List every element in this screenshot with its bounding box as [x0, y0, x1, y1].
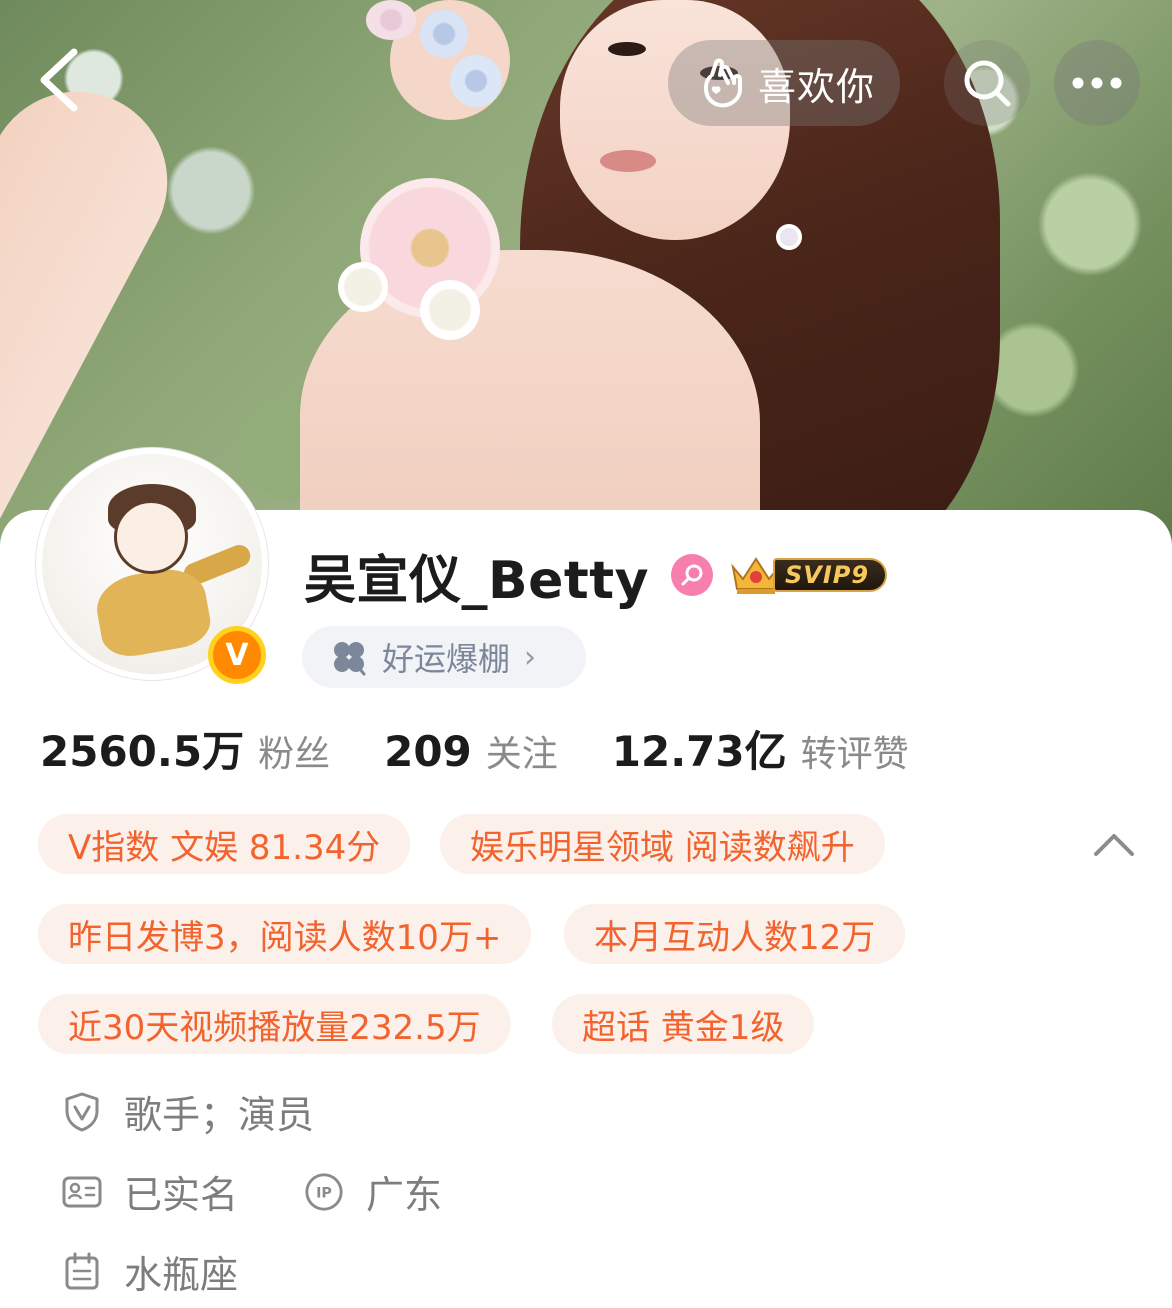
- real-name-text: 已实名: [124, 1173, 239, 1217]
- back-button[interactable]: [22, 44, 94, 116]
- cover-flower: [420, 280, 480, 340]
- like-you-label: 喜欢你: [758, 64, 876, 109]
- search-icon: [964, 60, 1011, 107]
- info-zodiac: 水瓶座: [62, 1244, 238, 1299]
- cover-flower: [450, 55, 502, 107]
- profile-name: 吴宣仪_Betty: [304, 550, 650, 611]
- cover-lips: [600, 150, 656, 172]
- cover-flower: [338, 262, 388, 312]
- verified-badge-icon: V: [208, 626, 266, 684]
- more-horizontal-icon: [1072, 77, 1122, 89]
- avatar-art: [114, 500, 188, 574]
- name-row: 吴宣仪_Betty SVIP9: [304, 540, 888, 611]
- ip-icon: IP: [304, 1172, 344, 1212]
- zodiac-text: 水瓶座: [124, 1253, 239, 1297]
- svg-text:IP: IP: [316, 1185, 332, 1201]
- stat-label: 转评赞: [800, 734, 909, 775]
- stat-interactions[interactable]: 12.73亿 转评赞: [612, 718, 909, 779]
- luck-status-button[interactable]: 好运爆棚 ›: [302, 626, 586, 688]
- cover-flower: [366, 0, 416, 40]
- more-button[interactable]: [1054, 40, 1140, 126]
- clover-icon: [334, 642, 366, 676]
- finger-heart-icon: [703, 58, 742, 108]
- tag-read-rise[interactable]: 娱乐明星领域 阅读数飙升: [440, 814, 885, 874]
- occupation-text: 歌手；演员: [124, 1093, 315, 1137]
- tag-supertopic[interactable]: 超话 黄金1级: [552, 994, 815, 1054]
- stat-following[interactable]: 209 关注: [384, 725, 558, 777]
- tag-yesterday-posts[interactable]: 昨日发博3，阅读人数10万+: [38, 904, 532, 964]
- search-button[interactable]: [944, 40, 1030, 126]
- tag-monthly-interaction[interactable]: 本月互动人数12万: [564, 904, 906, 964]
- id-card-icon: [62, 1172, 102, 1212]
- avatar-art: [91, 563, 215, 661]
- svip-label: SVIP9: [773, 558, 888, 592]
- tag-v-index[interactable]: V指数 文娱 81.34分: [38, 814, 411, 874]
- stat-value: 2560.5万: [40, 727, 245, 776]
- info-real-name: 已实名: [62, 1164, 238, 1219]
- luck-status-label: 好运爆棚: [382, 640, 511, 678]
- chevron-up-icon[interactable]: [1092, 826, 1136, 862]
- stat-value: 209: [384, 727, 472, 776]
- stat-label: 关注: [485, 734, 558, 775]
- stats-row: 2560.5万 粉丝 209 关注 12.73亿 转评赞: [40, 718, 963, 779]
- cover-eye-left: [608, 42, 646, 56]
- stat-followers[interactable]: 2560.5万 粉丝: [40, 718, 330, 779]
- shield-v-icon: [62, 1092, 102, 1132]
- chevron-right-icon: ›: [524, 639, 537, 675]
- female-icon: [671, 554, 714, 596]
- calendar-icon: [62, 1252, 102, 1292]
- chevron-left-icon: [40, 48, 78, 112]
- stat-value: 12.73亿: [611, 727, 787, 776]
- info-ip-location: IP 广东: [304, 1164, 442, 1219]
- tag-video-plays[interactable]: 近30天视频播放量232.5万: [38, 994, 511, 1054]
- cover-earring: [776, 224, 802, 250]
- cover-flower: [420, 10, 468, 58]
- stat-label: 粉丝: [258, 734, 331, 775]
- ip-location-text: 广东: [366, 1173, 443, 1217]
- verified-badge-label: V: [225, 637, 249, 673]
- like-you-button[interactable]: 喜欢你: [668, 40, 900, 126]
- svip-badge[interactable]: SVIP9: [729, 555, 888, 595]
- info-occupation: 歌手；演员: [62, 1084, 314, 1139]
